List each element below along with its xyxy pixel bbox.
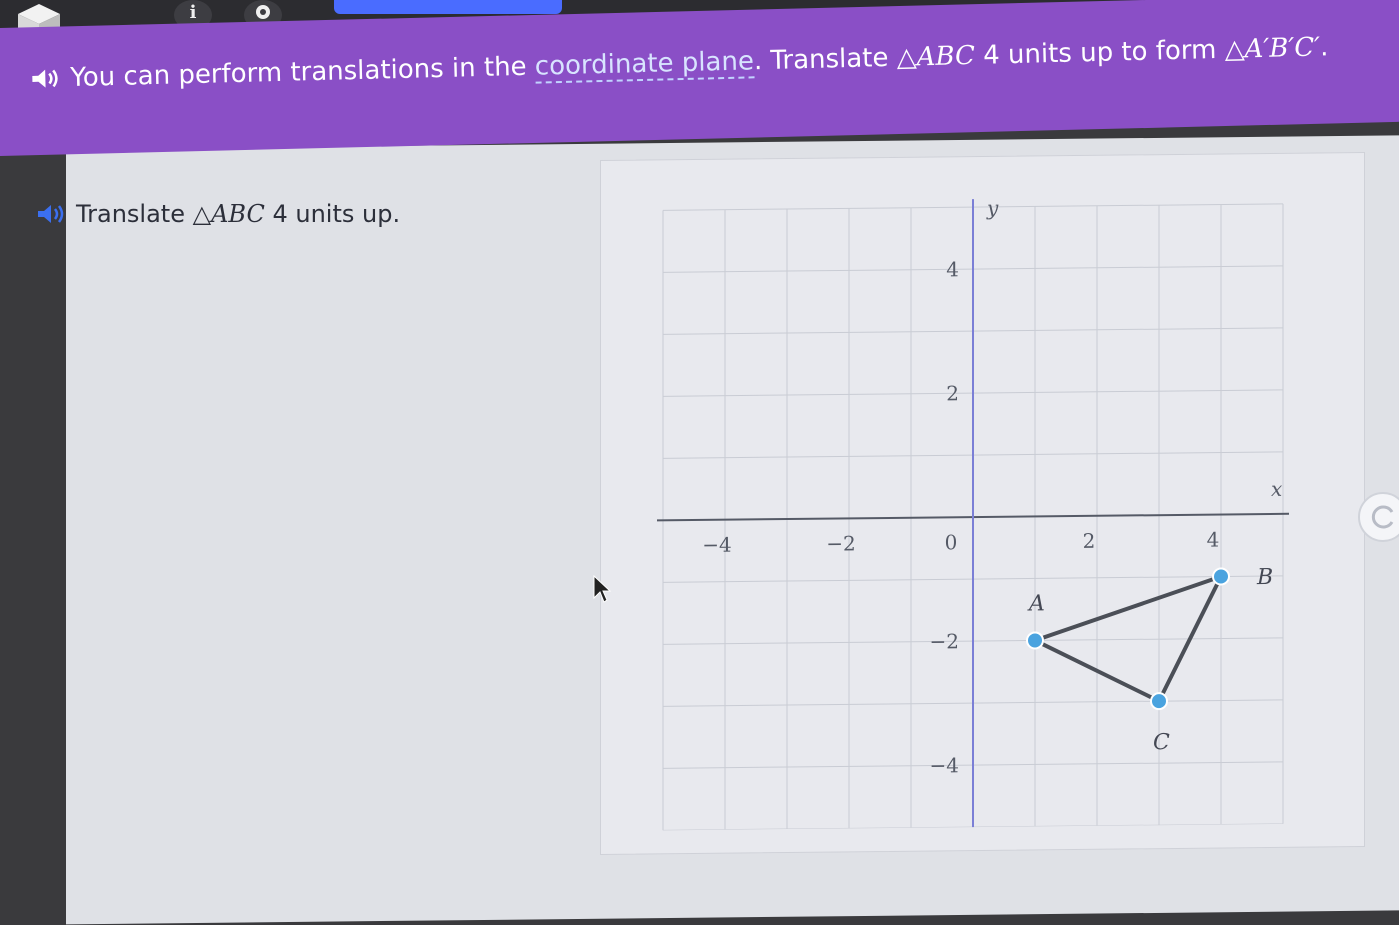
task-triangle-label: △ABC xyxy=(192,200,265,228)
instruction-text-part: . Translate xyxy=(753,42,898,77)
progress-bar xyxy=(334,0,562,14)
vertex-label-b: B xyxy=(1256,565,1273,590)
x-axis-label: x xyxy=(1271,477,1282,501)
triangle-abc-label: △ABC xyxy=(896,40,976,73)
y-axis-label: y xyxy=(986,196,999,220)
task-prompt: Translate △ABC 4 units up. xyxy=(36,200,400,228)
gear-icon xyxy=(256,5,270,19)
x-tick-label: 4 xyxy=(1207,528,1220,552)
vertex-point-c[interactable] xyxy=(1150,692,1168,711)
x-tick-label: 2 xyxy=(1083,529,1096,553)
task-text-prefix: Translate xyxy=(76,200,193,228)
instruction-text-part: 4 units up to form xyxy=(974,34,1225,71)
triangle-image-label: △A′B′C′ xyxy=(1224,32,1321,65)
x-tick-label: −4 xyxy=(702,533,731,557)
vertex-label-a: A xyxy=(1027,591,1045,616)
reset-icon xyxy=(1371,505,1394,529)
y-tick-label: 2 xyxy=(946,381,959,405)
speaker-icon[interactable] xyxy=(30,67,61,90)
y-tick-label: 4 xyxy=(946,257,959,281)
x-tick-label: −2 xyxy=(826,531,855,555)
speaker-icon[interactable] xyxy=(36,203,66,225)
vertex-point-a[interactable] xyxy=(1026,631,1044,650)
y-tick-label: −4 xyxy=(930,753,959,777)
graph-card: x y −4 −2 0 2 4 −4 −2 2 4 A B C xyxy=(600,151,1365,855)
left-rail xyxy=(0,150,66,925)
mouse-cursor-icon xyxy=(593,574,612,603)
y-tick-label: −2 xyxy=(930,629,959,653)
coordinate-plane[interactable]: x y −4 −2 0 2 4 −4 −2 2 4 A B C xyxy=(641,183,1341,831)
x-tick-label: 0 xyxy=(945,530,958,554)
vertex-point-b[interactable] xyxy=(1212,567,1230,586)
coordinate-plane-link[interactable]: coordinate plane xyxy=(534,46,755,84)
task-text-suffix: 4 units up. xyxy=(264,200,401,228)
vertex-label-c: C xyxy=(1153,730,1170,755)
instruction-text-part: . xyxy=(1319,32,1329,63)
